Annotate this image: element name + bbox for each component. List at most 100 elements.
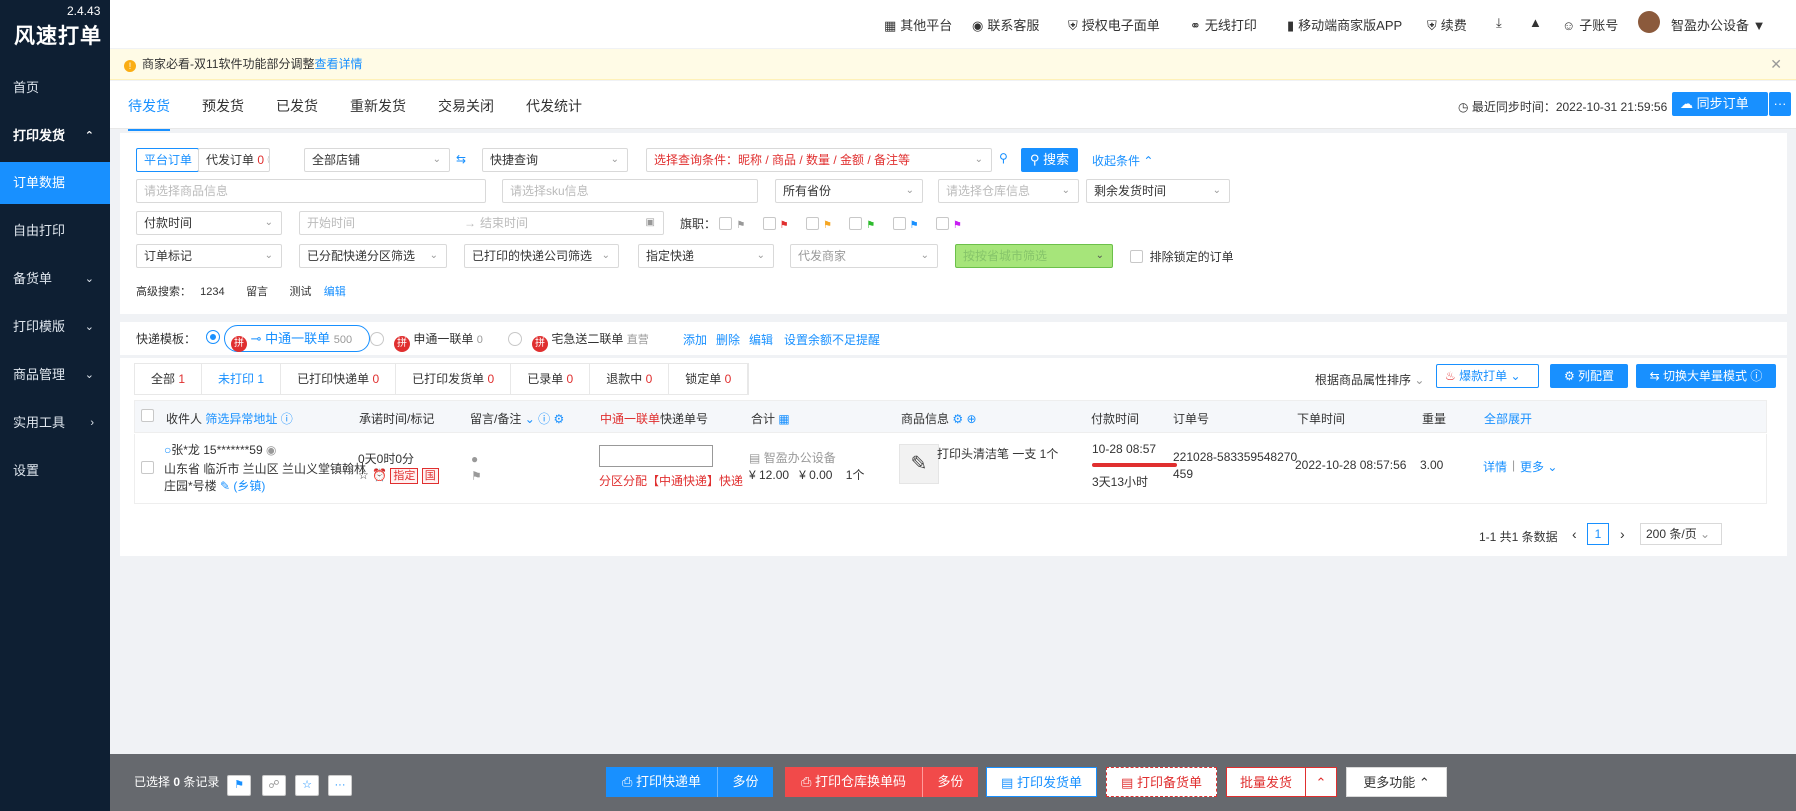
subtab-refunding[interactable]: 退款中 0 [590, 364, 670, 394]
tab-pre-ship[interactable]: 预发货 [202, 96, 244, 116]
nav-free-print[interactable]: 自由打印 [0, 210, 110, 252]
sync-more-button[interactable]: ··· [1769, 92, 1791, 116]
nav-order-data[interactable]: 订单数据 [0, 162, 110, 204]
column-config-button[interactable]: ⚙ 列配置 [1550, 364, 1628, 388]
nav-print-ship[interactable]: 打印发货 ⌃ [0, 115, 110, 157]
flag-red-checkbox[interactable] [762, 217, 776, 230]
pay-time-select[interactable]: 付款时间 ⌄ [136, 211, 282, 235]
shop-select[interactable]: 全部店铺 ⌄ [304, 148, 450, 172]
flag-icon[interactable]: ⚑ [227, 775, 251, 796]
subtab-locked[interactable]: 锁定单 0 [669, 364, 749, 394]
balance-alert-link[interactable]: 设置余额不足提醒 [784, 331, 880, 348]
other-platform-link[interactable]: ▦ 其他平台 [884, 15, 952, 34]
template-option-sto[interactable]: 拼 申通一联单 0 [370, 330, 483, 352]
subtab-all[interactable]: 全部 1 [135, 364, 203, 394]
star-icon[interactable]: ☆ [295, 775, 319, 796]
specified-express-select[interactable]: 指定快递 ⌄ [638, 244, 774, 268]
goods-info-input[interactable]: 请选择商品信息 [136, 179, 486, 203]
printed-express-select[interactable]: 已打印的快递公司筛选 ⌄ [464, 244, 619, 268]
eye-icon[interactable]: ◉ [266, 443, 276, 457]
tab-pending[interactable]: 待发货 [128, 96, 170, 131]
nav-settings[interactable]: 设置 [0, 450, 110, 492]
lock-icon[interactable]: ☍ [262, 775, 286, 796]
page-1[interactable]: 1 [1587, 523, 1609, 545]
page-size-select[interactable]: 200 条/页 ⌄ [1640, 523, 1722, 545]
shirt-icon[interactable]: ▲ [1529, 15, 1542, 30]
platform-order-toggle[interactable]: 平台订单 [136, 148, 199, 172]
switch-mode-button[interactable]: ⇆ 切换大单量模式 ⓘ [1636, 364, 1776, 388]
subtab-printed-invoice[interactable]: 已打印发货单 0 [396, 364, 512, 394]
flag-blue-checkbox[interactable] [892, 217, 906, 230]
flag-gray-checkbox[interactable] [719, 217, 733, 230]
template-option-zto[interactable] [206, 330, 220, 344]
exclude-locked-checkbox[interactable]: 排除锁定的订单 [1130, 248, 1234, 265]
print-express-multi-button[interactable]: 多份 [717, 767, 773, 797]
template-chip-zto[interactable]: 拼 ⊸ 中通一联单 500 [224, 325, 370, 352]
user-menu[interactable]: 智盈办公设备 ▼ [1671, 15, 1766, 34]
daifa-merchant-select[interactable]: 代发商家 ⌄ [790, 244, 938, 268]
print-invoice-button[interactable]: ▤ 打印发货单 [986, 767, 1097, 797]
avatar[interactable] [1638, 11, 1660, 33]
flag-green-checkbox[interactable] [849, 217, 863, 230]
auth-waybill-link[interactable]: ⛨ 授权电子面单 [1068, 15, 1160, 34]
gear-icon[interactable]: ⚙ [952, 412, 963, 426]
row-checkbox[interactable] [141, 461, 154, 475]
express-number-input[interactable] [599, 445, 713, 467]
batch-ship-toggle[interactable]: ⌃ [1305, 767, 1337, 797]
town-link[interactable]: (乡镇) [233, 479, 265, 493]
print-warehouse-multi-button[interactable]: 多份 [922, 767, 978, 797]
chevron-down-icon[interactable]: ⌄ [525, 412, 535, 426]
select-all-checkbox[interactable] [141, 409, 154, 423]
collapse-filters-link[interactable]: 收起条件 ⌃ [1092, 152, 1153, 169]
nav-tools[interactable]: 实用工具 › [0, 402, 110, 444]
quick-query-select[interactable]: 快捷查询 ⌄ [482, 148, 628, 172]
advanced-item[interactable]: 留言 [246, 286, 268, 298]
close-icon[interactable]: ✕ [1770, 49, 1782, 80]
assigned-area-select[interactable]: 已分配快递分区筛选 ⌄ [299, 244, 447, 268]
wireless-print-link[interactable]: ⚭ 无线打印 [1190, 15, 1257, 34]
flag-purple-checkbox[interactable] [935, 217, 949, 230]
tab-shipped[interactable]: 已发货 [276, 96, 318, 116]
template-delete-link[interactable]: 删除 [716, 331, 740, 348]
province-select[interactable]: 所有省份 ⌄ [775, 179, 923, 203]
template-edit-link[interactable]: 编辑 [749, 331, 773, 348]
more-actions-link[interactable]: 更多 ⌄ [1520, 458, 1557, 475]
detail-link[interactable]: 详情 [1483, 458, 1507, 475]
nav-stock-list[interactable]: 备货单 ⌄ [0, 258, 110, 300]
date-range-input[interactable]: 开始时间 → 结束时间 ▣ [299, 211, 664, 235]
search-button[interactable]: ⚲ 搜索 [1021, 148, 1078, 172]
advanced-item[interactable]: 1234 [200, 286, 224, 298]
advanced-edit-link[interactable]: 编辑 [324, 286, 346, 298]
subtab-printed-express[interactable]: 已打印快递单 0 [281, 364, 397, 394]
subtab-recorded[interactable]: 已录单 0 [511, 364, 591, 394]
query-condition-select[interactable]: 选择查询条件：昵称 / 商品 / 数量 / 金额 / 备注等 ⌄ [646, 148, 992, 172]
next-page-icon[interactable]: › [1620, 526, 1625, 542]
print-stock-button[interactable]: ▤ 打印备货单 [1106, 767, 1217, 797]
notice-detail-link[interactable]: 查看详情 [314, 57, 362, 71]
advanced-item[interactable]: 测试 [289, 286, 311, 298]
batch-ship-button[interactable]: 批量发货 [1226, 767, 1306, 797]
edit-icon[interactable]: ✎ [220, 479, 230, 493]
tab-closed[interactable]: 交易关闭 [438, 96, 494, 116]
flag-icon[interactable]: ⚑ [471, 469, 482, 483]
sort-by-attr-select[interactable]: 根据商品属性排序 ⌄ [1315, 371, 1424, 388]
prev-page-icon[interactable]: ‹ [1572, 526, 1577, 542]
print-express-button[interactable]: ⎙ 打印快递单 [606, 767, 717, 797]
template-add-link[interactable]: 添加 [683, 331, 707, 348]
print-warehouse-button[interactable]: ⎙ 打印仓库换单码 [785, 767, 922, 797]
warehouse-select[interactable]: 请选择仓库信息 ⌄ [938, 179, 1079, 203]
contact-service-link[interactable]: ◉ 联系客服 [972, 15, 1039, 34]
gear-icon[interactable]: ⚙ [553, 412, 564, 426]
more-icon[interactable]: ··· [328, 775, 352, 796]
remaining-time-select[interactable]: 剩余发货时间 ⌄ [1086, 179, 1230, 203]
tab-reship[interactable]: 重新发货 [350, 96, 406, 116]
subtab-unprinted[interactable]: 未打印 1 [202, 364, 282, 394]
template-option-zjs[interactable]: 拼 宅急送二联单 直营 [508, 330, 649, 352]
flag-yellow-checkbox[interactable] [805, 217, 819, 230]
expand-all-link[interactable]: 全部展开 [1484, 410, 1532, 427]
order-mark-select[interactable]: 订单标记 ⌄ [136, 244, 282, 268]
star-icon[interactable]: ☆ [358, 468, 369, 482]
download-icon[interactable]: ⤓ [1496, 15, 1502, 31]
filter-addr-link[interactable]: 筛选异常地址 [205, 412, 277, 426]
mobile-app-link[interactable]: ▮ 移动端商家版APP [1287, 15, 1402, 34]
